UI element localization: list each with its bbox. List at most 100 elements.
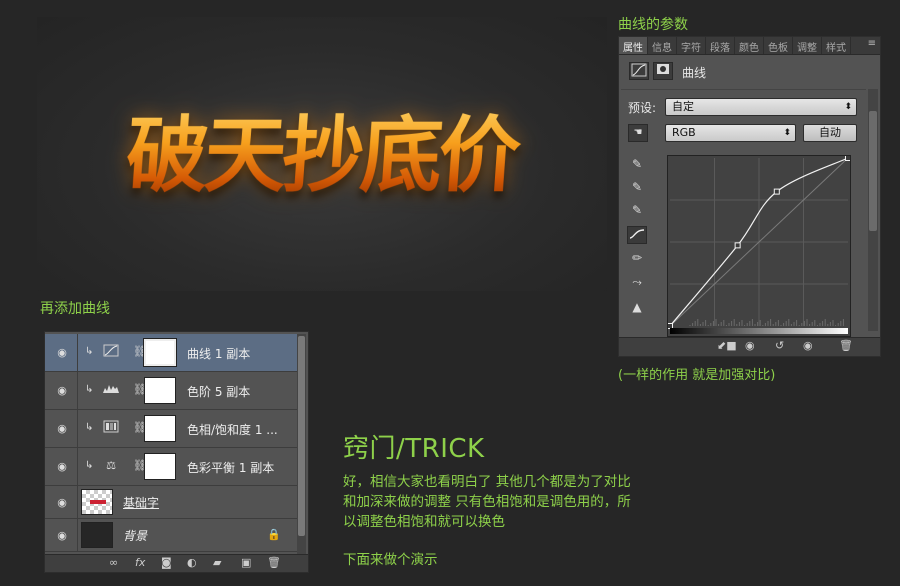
- trick-line: 以调整色相饱和就可以换色: [343, 514, 505, 530]
- curve-point: [667, 323, 673, 329]
- fx-icon[interactable]: fx: [135, 556, 145, 569]
- layers-footer: ∞ fx ◙ ◐ ▰ ▣ 🗑: [45, 554, 308, 572]
- layer-name: 色相/饱和度 1 ...: [187, 423, 278, 437]
- clip-to-layer-icon[interactable]: ⬋■: [717, 339, 737, 352]
- targeted-adjustment-icon[interactable]: ☚: [628, 124, 648, 142]
- properties-footer: ⬋■ ◉ ↺ ◉ 🗑: [619, 337, 880, 356]
- tab-styles[interactable]: 样式: [822, 37, 851, 54]
- chevron-updown-icon: ⬍: [783, 128, 791, 138]
- visibility-eye-icon[interactable]: ◉: [55, 346, 69, 359]
- chevron-updown-icon: ⬍: [844, 102, 852, 112]
- clip-arrow-icon: ↳: [85, 346, 94, 357]
- channel-dropdown[interactable]: RGB ⬍: [665, 124, 796, 142]
- visibility-eye-icon[interactable]: ◉: [55, 496, 69, 509]
- preset-value: 自定: [672, 100, 694, 113]
- reset-icon[interactable]: ↺: [775, 339, 784, 352]
- clipping-warning-icon[interactable]: ▲: [627, 298, 647, 316]
- properties-scrollbar[interactable]: [868, 89, 878, 331]
- layer-mask-thumbnail[interactable]: [144, 377, 176, 404]
- channel-value: RGB: [672, 126, 696, 139]
- pencil-draw-icon[interactable]: ✏: [627, 249, 647, 267]
- layer-row-curves-copy[interactable]: ◉ ↳ ⛓ 曲线 1 副本: [45, 334, 297, 372]
- trick-line: 好，相信大家也看明白了 其他几个都是为了对比: [343, 474, 631, 490]
- panel-menu-icon[interactable]: ≡: [868, 38, 876, 49]
- sample-gray-eyedropper-icon[interactable]: ✎: [627, 178, 647, 196]
- mask-icon[interactable]: ◙: [161, 556, 172, 569]
- curve-point: [734, 242, 741, 249]
- sample-black-eyedropper-icon[interactable]: ✎: [627, 155, 647, 173]
- curve-edit-points-icon[interactable]: [627, 226, 647, 244]
- tab-adjustments[interactable]: 调整: [793, 37, 822, 54]
- layers-scrollbar[interactable]: [297, 334, 306, 554]
- trick-demo-line: 下面来做个演示: [343, 552, 438, 568]
- trick-title: 窍门/TRICK: [343, 434, 485, 464]
- auto-button[interactable]: 自动: [803, 124, 857, 142]
- clip-arrow-icon: ↳: [85, 460, 94, 471]
- trash-icon[interactable]: 🗑: [267, 556, 281, 569]
- tab-paragraph[interactable]: 段落: [706, 37, 735, 54]
- curve-point: [773, 188, 780, 195]
- layer-thumbnail: [81, 489, 113, 515]
- properties-header-label: 曲线: [682, 66, 707, 80]
- adjustment-icon[interactable]: ◐: [187, 556, 197, 569]
- preset-dropdown[interactable]: 自定 ⬍: [665, 98, 857, 116]
- hue-saturation-icon: [101, 420, 121, 436]
- curve-graph[interactable]: [667, 155, 851, 337]
- properties-caption: 曲线的参数: [618, 17, 688, 33]
- layers-scroll-thumb[interactable]: [298, 336, 305, 536]
- tab-character[interactable]: 字符: [677, 37, 706, 54]
- layer-row-levels-copy[interactable]: ◉ ↳ ⛓ 色阶 5 副本: [45, 372, 297, 410]
- properties-scroll-thumb[interactable]: [869, 111, 877, 231]
- layer-row-color-balance[interactable]: ◉ ↳ ⚖ ⛓ 色彩平衡 1 副本: [45, 448, 297, 486]
- tab-swatches[interactable]: 色板: [764, 37, 793, 54]
- levels-icon: [101, 382, 121, 398]
- layer-row-base-text[interactable]: ◉ 基础字: [45, 486, 297, 519]
- tab-info[interactable]: 信息: [648, 37, 677, 54]
- visibility-eye-icon[interactable]: ◉: [55, 384, 69, 397]
- layer-mask-thumbnail[interactable]: [144, 415, 176, 442]
- thumbnail-text-mark: [90, 500, 106, 504]
- layer-mask-icon[interactable]: [653, 62, 673, 80]
- trick-line: 和加深来做的调整 只有色相饱和是调色用的，所: [343, 494, 631, 510]
- view-previous-state-icon[interactable]: ◉: [745, 339, 755, 352]
- divider: [621, 89, 866, 90]
- layer-row-hue-saturation[interactable]: ◉ ↳ ⛓ 色相/饱和度 1 ...: [45, 410, 297, 448]
- properties-bottom-caption: (一样的作用 就是加强对比): [618, 368, 776, 383]
- link-icon[interactable]: ∞: [109, 556, 118, 569]
- clip-arrow-icon: ↳: [85, 422, 94, 433]
- curves-icon: [101, 344, 121, 360]
- properties-tab-bar: 属性 信息 字符 段落 颜色 色板 调整 样式 ≡: [619, 37, 880, 55]
- tab-properties[interactable]: 属性: [619, 37, 648, 54]
- layer-thumbnail: [81, 522, 113, 548]
- visibility-eye-icon[interactable]: ◉: [55, 529, 69, 542]
- tab-color[interactable]: 颜色: [735, 37, 764, 54]
- preset-label: 预设:: [628, 101, 657, 115]
- layer-name: 基础字: [123, 496, 160, 510]
- layers-panel: ◉ ↳ ⛓ 曲线 1 副本 ◉ ↳ ⛓ 色阶 5 副本 ◉ ↳ ⛓ 色相/饱和度…: [44, 331, 309, 573]
- layer-name: 背景: [123, 529, 148, 543]
- smooth-curve-icon[interactable]: ⤳: [627, 273, 647, 291]
- visibility-eye-icon[interactable]: ◉: [803, 339, 813, 352]
- preview-title-text: 破天抄底价: [37, 89, 607, 208]
- sample-white-eyedropper-icon[interactable]: ✎: [627, 201, 647, 219]
- layer-name: 色彩平衡 1 副本: [187, 461, 275, 475]
- color-balance-icon: ⚖: [106, 459, 116, 472]
- curve-point: [845, 155, 851, 161]
- layer-mask-thumbnail[interactable]: [143, 338, 177, 367]
- properties-panel: 属性 信息 字符 段落 颜色 色板 调整 样式 ≡ 曲线 预设: 自定 ⬍ ☚ …: [618, 36, 881, 357]
- input-gradient-bar: [670, 328, 848, 334]
- layer-mask-thumbnail[interactable]: [144, 453, 176, 480]
- layer-name: 曲线 1 副本: [187, 347, 251, 361]
- folder-icon[interactable]: ▰: [213, 556, 221, 569]
- curves-adjustment-icon: [629, 62, 649, 80]
- preview-canvas: 破天抄底价: [37, 17, 607, 291]
- visibility-eye-icon[interactable]: ◉: [55, 460, 69, 473]
- trash-icon[interactable]: 🗑: [839, 339, 853, 352]
- layer-row-background[interactable]: ◉ 背景 🔒: [45, 519, 297, 552]
- curve-graph-svg[interactable]: [667, 155, 851, 336]
- new-layer-icon[interactable]: ▣: [241, 556, 251, 569]
- layer-name: 色阶 5 副本: [187, 385, 251, 399]
- lock-icon: 🔒: [267, 528, 281, 541]
- clip-arrow-icon: ↳: [85, 384, 94, 395]
- visibility-eye-icon[interactable]: ◉: [55, 422, 69, 435]
